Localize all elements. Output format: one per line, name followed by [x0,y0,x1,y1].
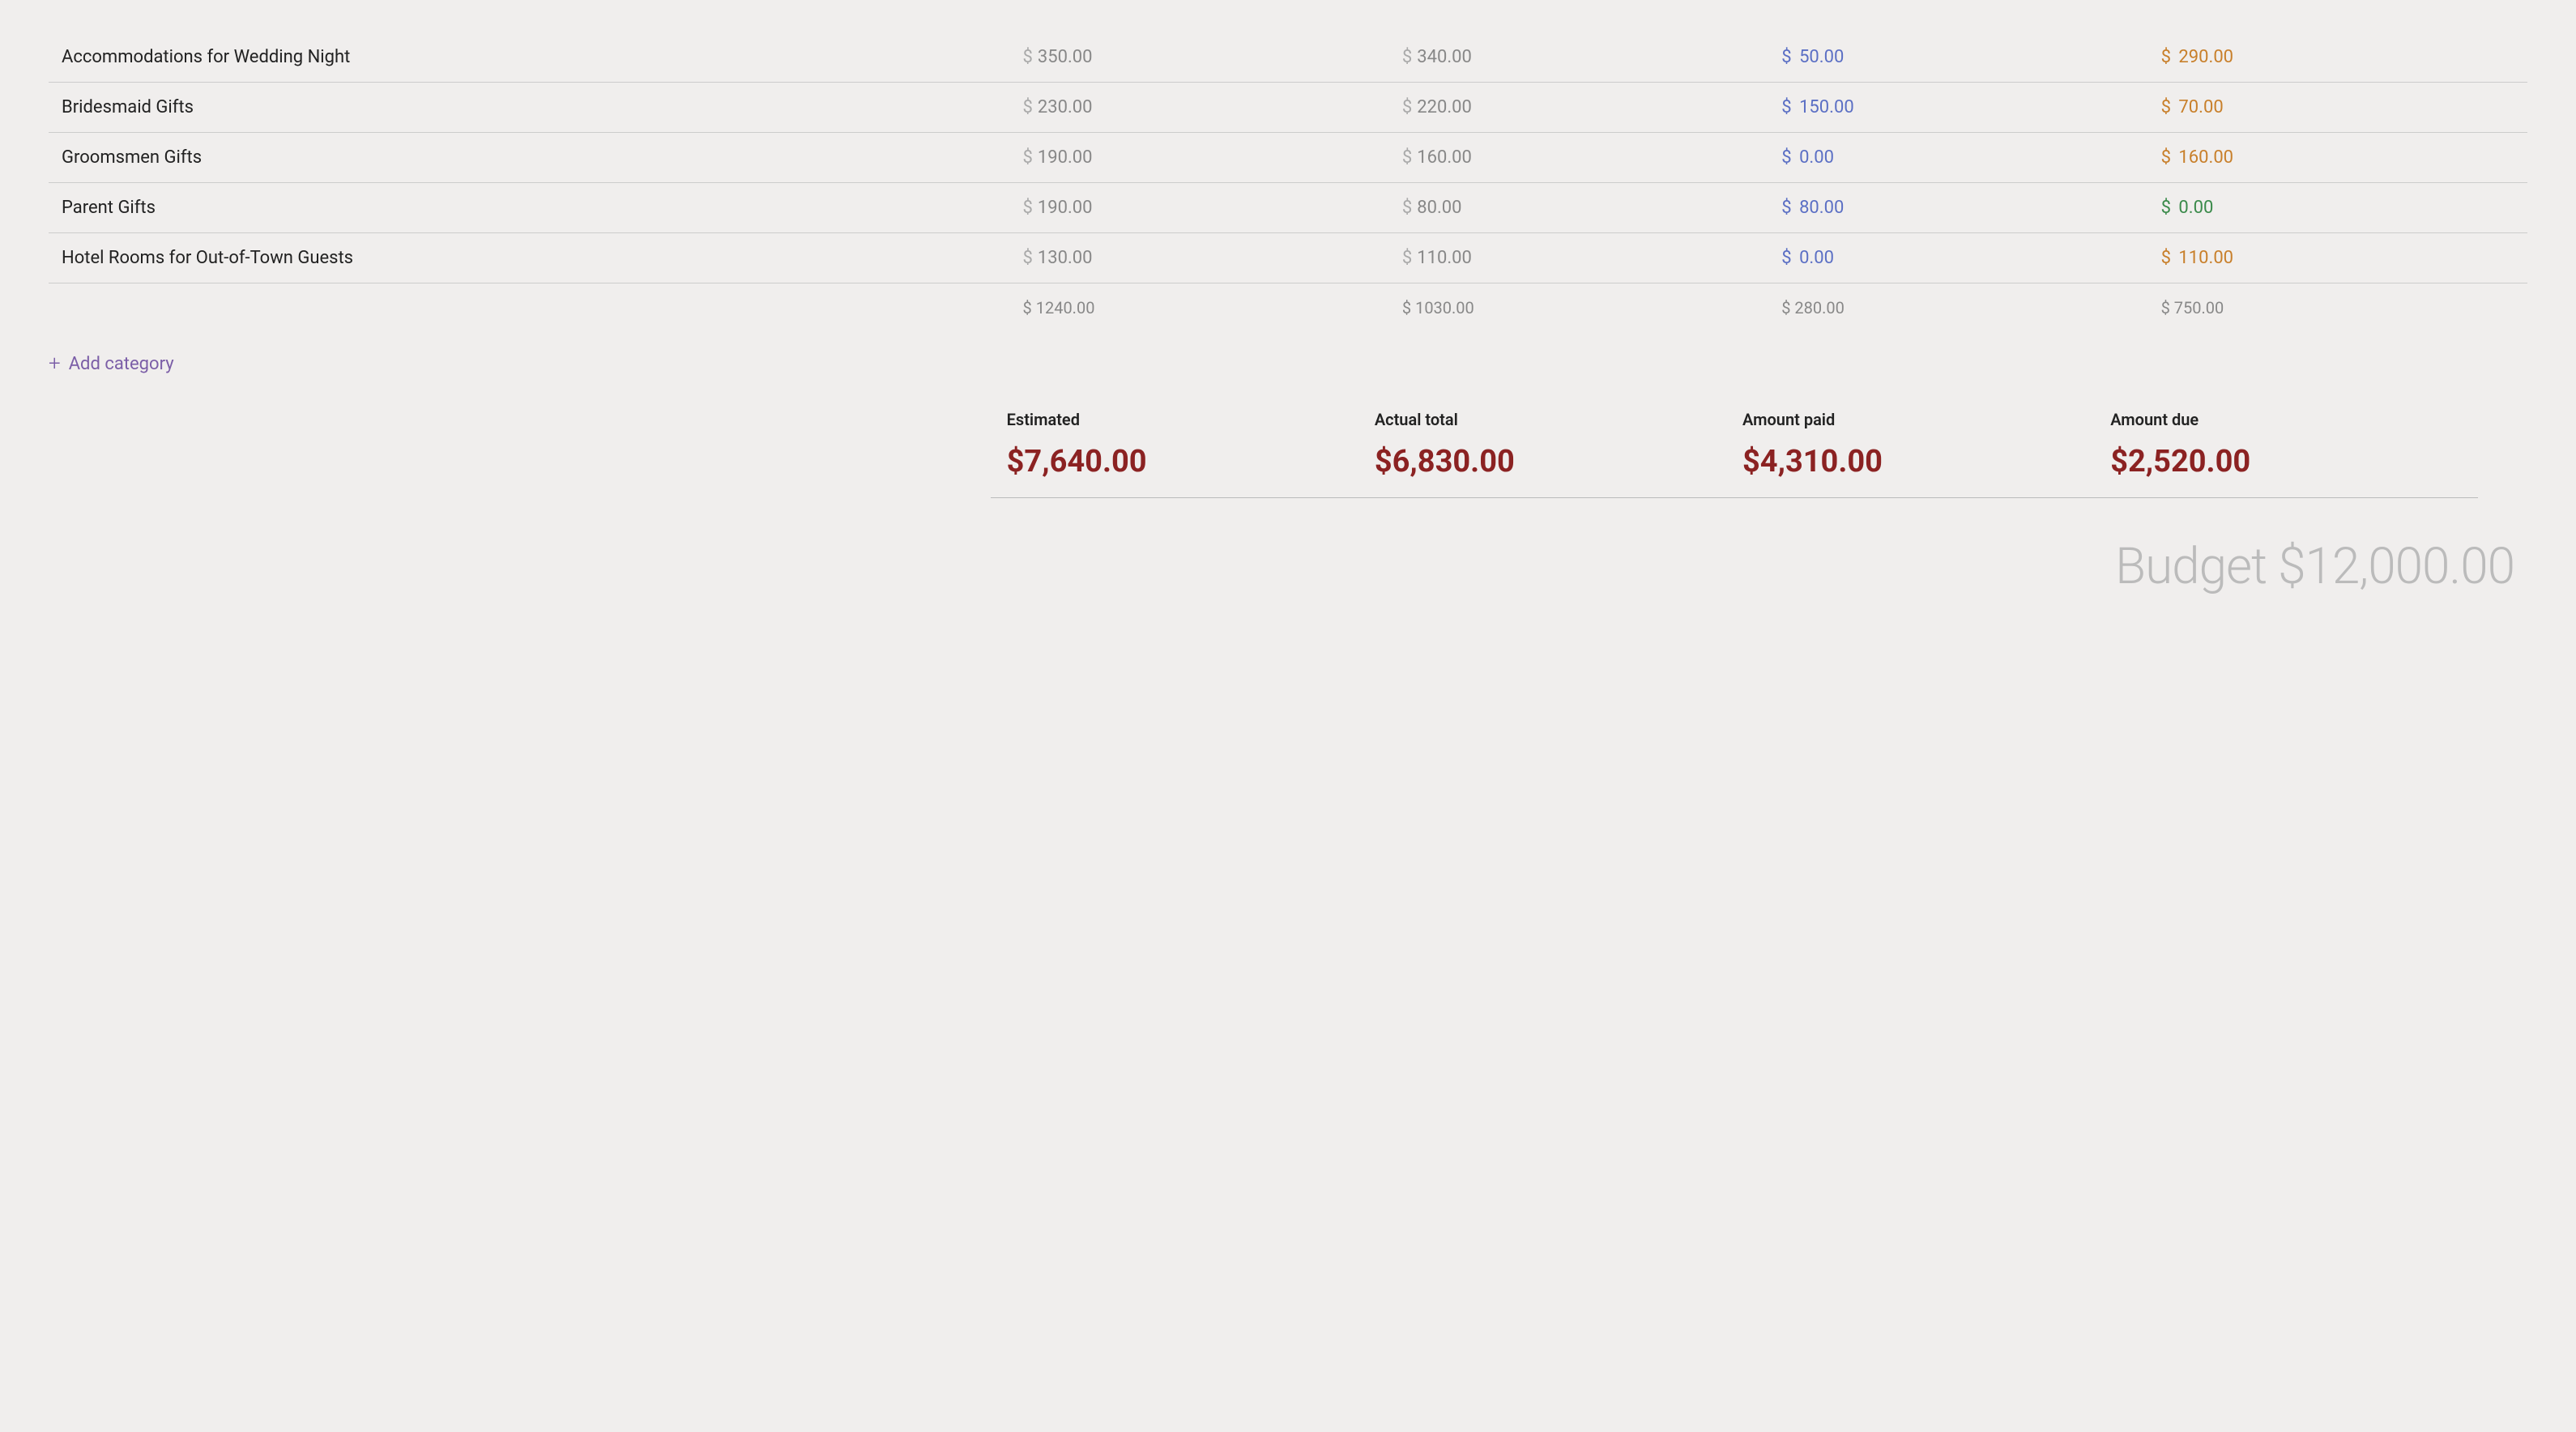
estimated-cell: $350.00 [1010,32,1389,83]
dollar-icon: $ [1402,97,1412,117]
actual-cell: $160.00 [1389,133,1768,183]
table-row: Accommodations for Wedding Night $350.00… [49,32,2527,83]
summary-due-label: Amount due [2097,403,2465,436]
paid-cell: $ 0.00 [1768,233,2147,283]
dollar-icon: $ [1781,147,1796,168]
estimated-cell: $130.00 [1010,233,1389,283]
table-row: Groomsmen Gifts $190.00 $160.00 $ 0.00 $… [49,133,2527,183]
dollar-icon: $ [1023,97,1033,117]
category-name: Accommodations for Wedding Night [49,32,1010,83]
category-name: Hotel Rooms for Out-of-Town Guests [49,233,1010,283]
summary-section: Estimated Actual total Amount paid Amoun… [49,403,2527,483]
summary-estimated-value: $7,640.00 [994,441,1362,483]
summary-due-value: $2,520.00 [2097,441,2465,483]
plus-icon: + [49,352,61,376]
category-name: Groomsmen Gifts [49,133,1010,183]
dollar-icon: $ [2161,47,2176,67]
dollar-icon: $ [1023,198,1033,218]
subtotal-actual: $ 1030.00 [1389,283,1768,333]
due-cell: $ 70.00 [2148,83,2527,133]
dollar-icon: $ [1781,198,1796,218]
due-cell: $ 160.00 [2148,133,2527,183]
budget-table: Accommodations for Wedding Night $350.00… [49,32,2527,332]
dollar-icon: $ [2161,248,2176,268]
table-row: Parent Gifts $190.00 $80.00 $ 80.00 $ 0.… [49,183,2527,233]
add-category-button[interactable]: + Add category [49,332,2527,395]
estimated-cell: $190.00 [1010,183,1389,233]
paid-cell: $ 150.00 [1768,83,2147,133]
dollar-icon: $ [1781,248,1796,268]
summary-paid-value: $4,310.00 [1729,441,2097,483]
summary-divider [991,497,2478,498]
dollar-icon: $ [1402,47,1412,67]
budget-display: Budget $12,000.00 [49,513,2527,604]
dollar-icon: $ [1402,147,1412,168]
dollar-icon: $ [1781,97,1796,117]
due-cell: $ 0.00 [2148,183,2527,233]
category-name: Bridesmaid Gifts [49,83,1010,133]
dollar-icon: $ [2161,147,2176,168]
actual-cell: $110.00 [1389,233,1768,283]
subtotals-row: $ 1240.00 $ 1030.00 $ 280.00 $ 750.00 [49,283,2527,333]
actual-cell: $80.00 [1389,183,1768,233]
estimated-cell: $230.00 [1010,83,1389,133]
estimated-cell: $190.00 [1010,133,1389,183]
category-name: Parent Gifts [49,183,1010,233]
due-cell: $ 110.00 [2148,233,2527,283]
add-category-label: Add category [69,354,174,374]
actual-cell: $220.00 [1389,83,1768,133]
due-cell: $ 290.00 [2148,32,2527,83]
summary-actual-label: Actual total [1362,403,1729,436]
paid-cell: $ 50.00 [1768,32,2147,83]
budget-total-label: Budget $12,000.00 [2115,537,2514,596]
paid-cell: $ 0.00 [1768,133,2147,183]
summary-estimated-label: Estimated [994,403,1362,436]
table-row: Hotel Rooms for Out-of-Town Guests $130.… [49,233,2527,283]
actual-cell: $340.00 [1389,32,1768,83]
dollar-icon: $ [1023,147,1033,168]
subtotal-paid: $ 280.00 [1768,283,2147,333]
summary-paid-label: Amount paid [1729,403,2097,436]
dollar-icon: $ [2161,198,2176,218]
summary-actual-value: $6,830.00 [1362,441,1729,483]
dollar-icon: $ [1402,198,1412,218]
dollar-icon: $ [1023,248,1033,268]
table-row: Bridesmaid Gifts $230.00 $220.00 $ 150.0… [49,83,2527,133]
dollar-icon: $ [1023,47,1033,67]
subtotal-due: $ 750.00 [2148,283,2527,333]
subtotal-estimated: $ 1240.00 [1010,283,1389,333]
paid-cell: $ 80.00 [1768,183,2147,233]
dollar-icon: $ [2161,97,2176,117]
dollar-icon: $ [1781,47,1796,67]
dollar-icon: $ [1402,248,1412,268]
